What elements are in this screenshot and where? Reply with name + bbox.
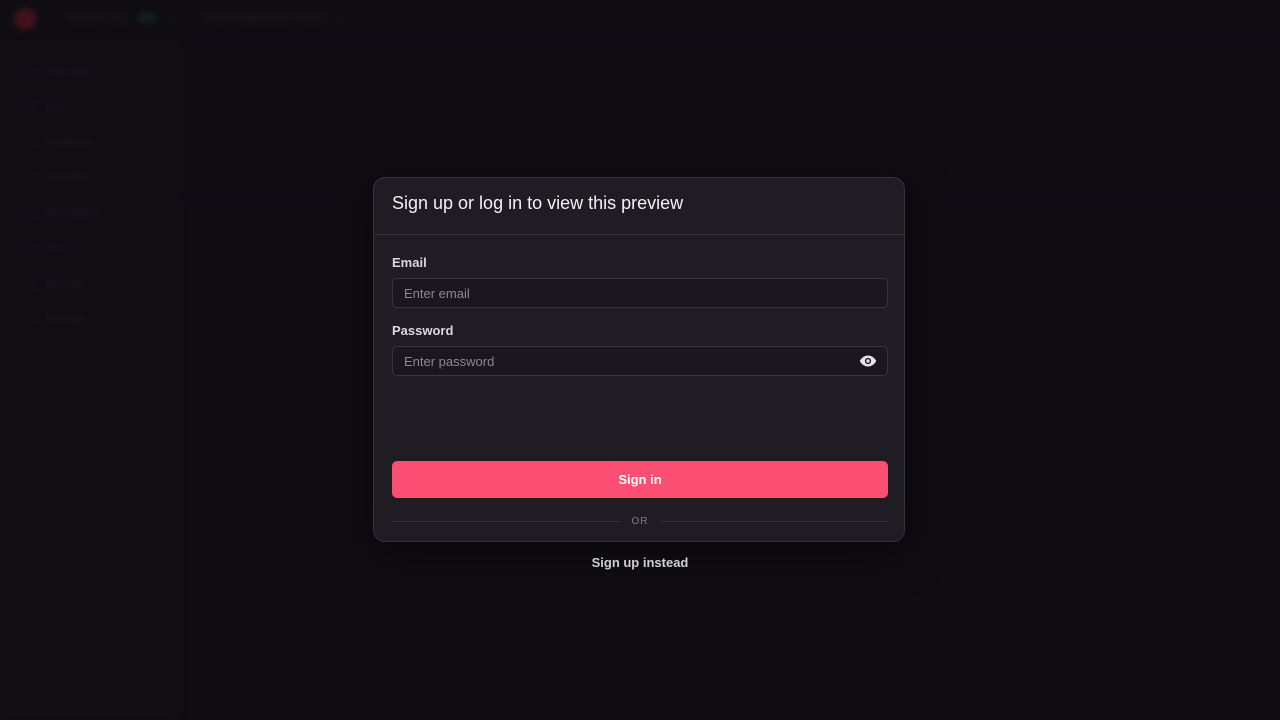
- email-field[interactable]: [392, 278, 888, 308]
- password-label: Password: [392, 323, 454, 338]
- email-label: Email: [392, 255, 427, 270]
- divider-line: [660, 520, 888, 522]
- sign-in-button[interactable]: Sign in: [392, 461, 888, 498]
- login-modal: Sign up or log in to view this preview E…: [373, 177, 905, 570]
- password-input[interactable]: [393, 347, 887, 375]
- email-input[interactable]: [393, 279, 887, 307]
- divider-line: [392, 520, 620, 522]
- modal-title: Sign up or log in to view this preview: [392, 193, 684, 213]
- modal-header: Sign up or log in to view this preview: [374, 178, 904, 235]
- sign-up-link[interactable]: Sign up instead: [392, 555, 888, 570]
- eye-icon[interactable]: [859, 354, 877, 368]
- or-divider: OR: [392, 514, 888, 528]
- divider-text: OR: [631, 515, 649, 527]
- password-field[interactable]: [392, 346, 888, 376]
- app-root: Kevile's Org ⌄ Point Segmented Project ⌄…: [0, 0, 1280, 720]
